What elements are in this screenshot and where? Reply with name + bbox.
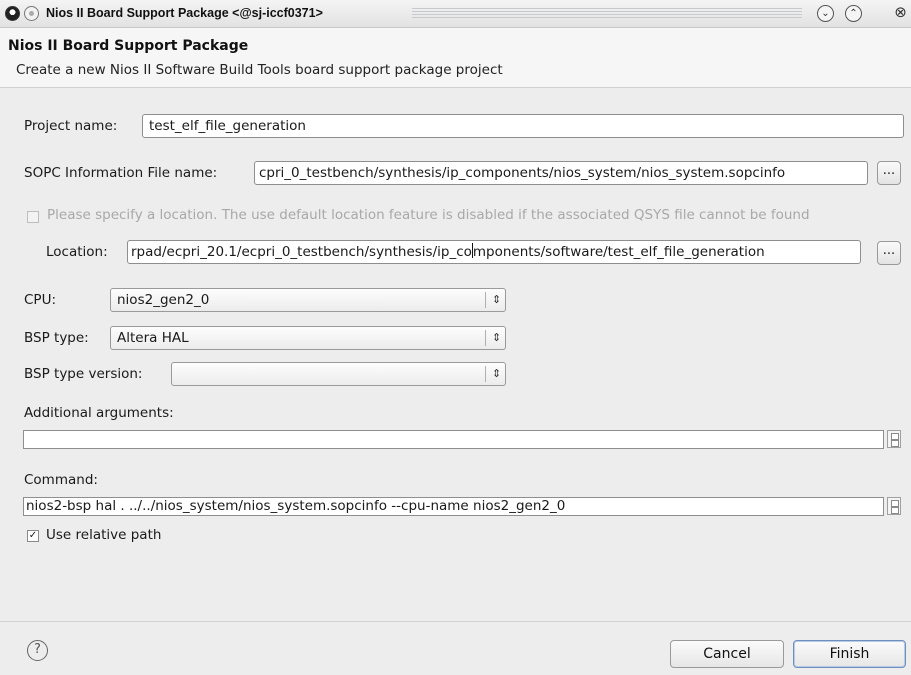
window-menu-icon[interactable] bbox=[5, 6, 20, 21]
location-label: Location: bbox=[46, 244, 108, 260]
window-title: Nios II Board Support Package <@sj-iccf0… bbox=[46, 6, 323, 20]
combo-arrows-icon: ⇕ bbox=[492, 331, 502, 344]
sopc-file-input[interactable]: cpri_0_testbench/synthesis/ip_components… bbox=[254, 161, 868, 185]
bsp-type-label: BSP type: bbox=[24, 330, 89, 346]
location-checkbox-label: Please specify a location. The use defau… bbox=[47, 207, 810, 223]
relative-path-checkbox[interactable]: ✓ bbox=[27, 530, 39, 542]
command-scroll[interactable] bbox=[887, 497, 901, 515]
sopc-file-label: SOPC Information File name: bbox=[24, 165, 218, 181]
wizard-header bbox=[0, 28, 911, 88]
cpu-label: CPU: bbox=[24, 292, 56, 308]
minimize-button[interactable]: ⌄ bbox=[817, 5, 834, 22]
bsp-version-label: BSP type version: bbox=[24, 366, 143, 382]
additional-args-label: Additional arguments: bbox=[24, 405, 174, 421]
bsp-type-select[interactable]: Altera HAL ⇕ bbox=[110, 326, 506, 350]
close-button[interactable]: ⊗ bbox=[892, 5, 909, 22]
finish-button[interactable]: Finish bbox=[793, 640, 906, 668]
project-name-label: Project name: bbox=[24, 118, 118, 134]
command-label: Command: bbox=[24, 472, 98, 488]
cancel-button[interactable]: Cancel bbox=[670, 640, 784, 668]
help-icon[interactable]: ? bbox=[27, 640, 48, 661]
command-field[interactable]: nios2-bsp hal . ../../nios_system/nios_s… bbox=[23, 497, 884, 516]
project-name-input[interactable]: test_elf_file_generation bbox=[142, 114, 904, 138]
maximize-button[interactable]: ⌃ bbox=[845, 5, 862, 22]
bsp-type-select-value: Altera HAL bbox=[117, 330, 189, 346]
location-browse-button[interactable]: ... bbox=[877, 241, 901, 265]
combo-arrows-icon: ⇕ bbox=[492, 293, 502, 306]
additional-args-scroll[interactable] bbox=[887, 430, 901, 448]
window-shade-icon[interactable] bbox=[24, 6, 39, 21]
cpu-select[interactable]: nios2_gen2_0 ⇕ bbox=[110, 288, 506, 312]
title-bar-grip bbox=[412, 8, 802, 19]
page-description: Create a new Nios II Software Build Tool… bbox=[16, 62, 503, 78]
sopc-browse-button[interactable]: ... bbox=[877, 161, 901, 185]
bsp-version-select[interactable]: ⇕ bbox=[171, 362, 506, 386]
cpu-select-value: nios2_gen2_0 bbox=[117, 292, 210, 308]
page-title: Nios II Board Support Package bbox=[8, 38, 249, 54]
additional-args-input[interactable] bbox=[23, 430, 884, 449]
relative-path-label: Use relative path bbox=[46, 527, 162, 543]
footer-divider bbox=[0, 621, 911, 622]
location-input[interactable]: rpad/ecpri_20.1/ecpri_0_testbench/synthe… bbox=[127, 240, 861, 264]
combo-arrows-icon: ⇕ bbox=[492, 367, 502, 380]
location-checkbox[interactable] bbox=[27, 211, 39, 223]
